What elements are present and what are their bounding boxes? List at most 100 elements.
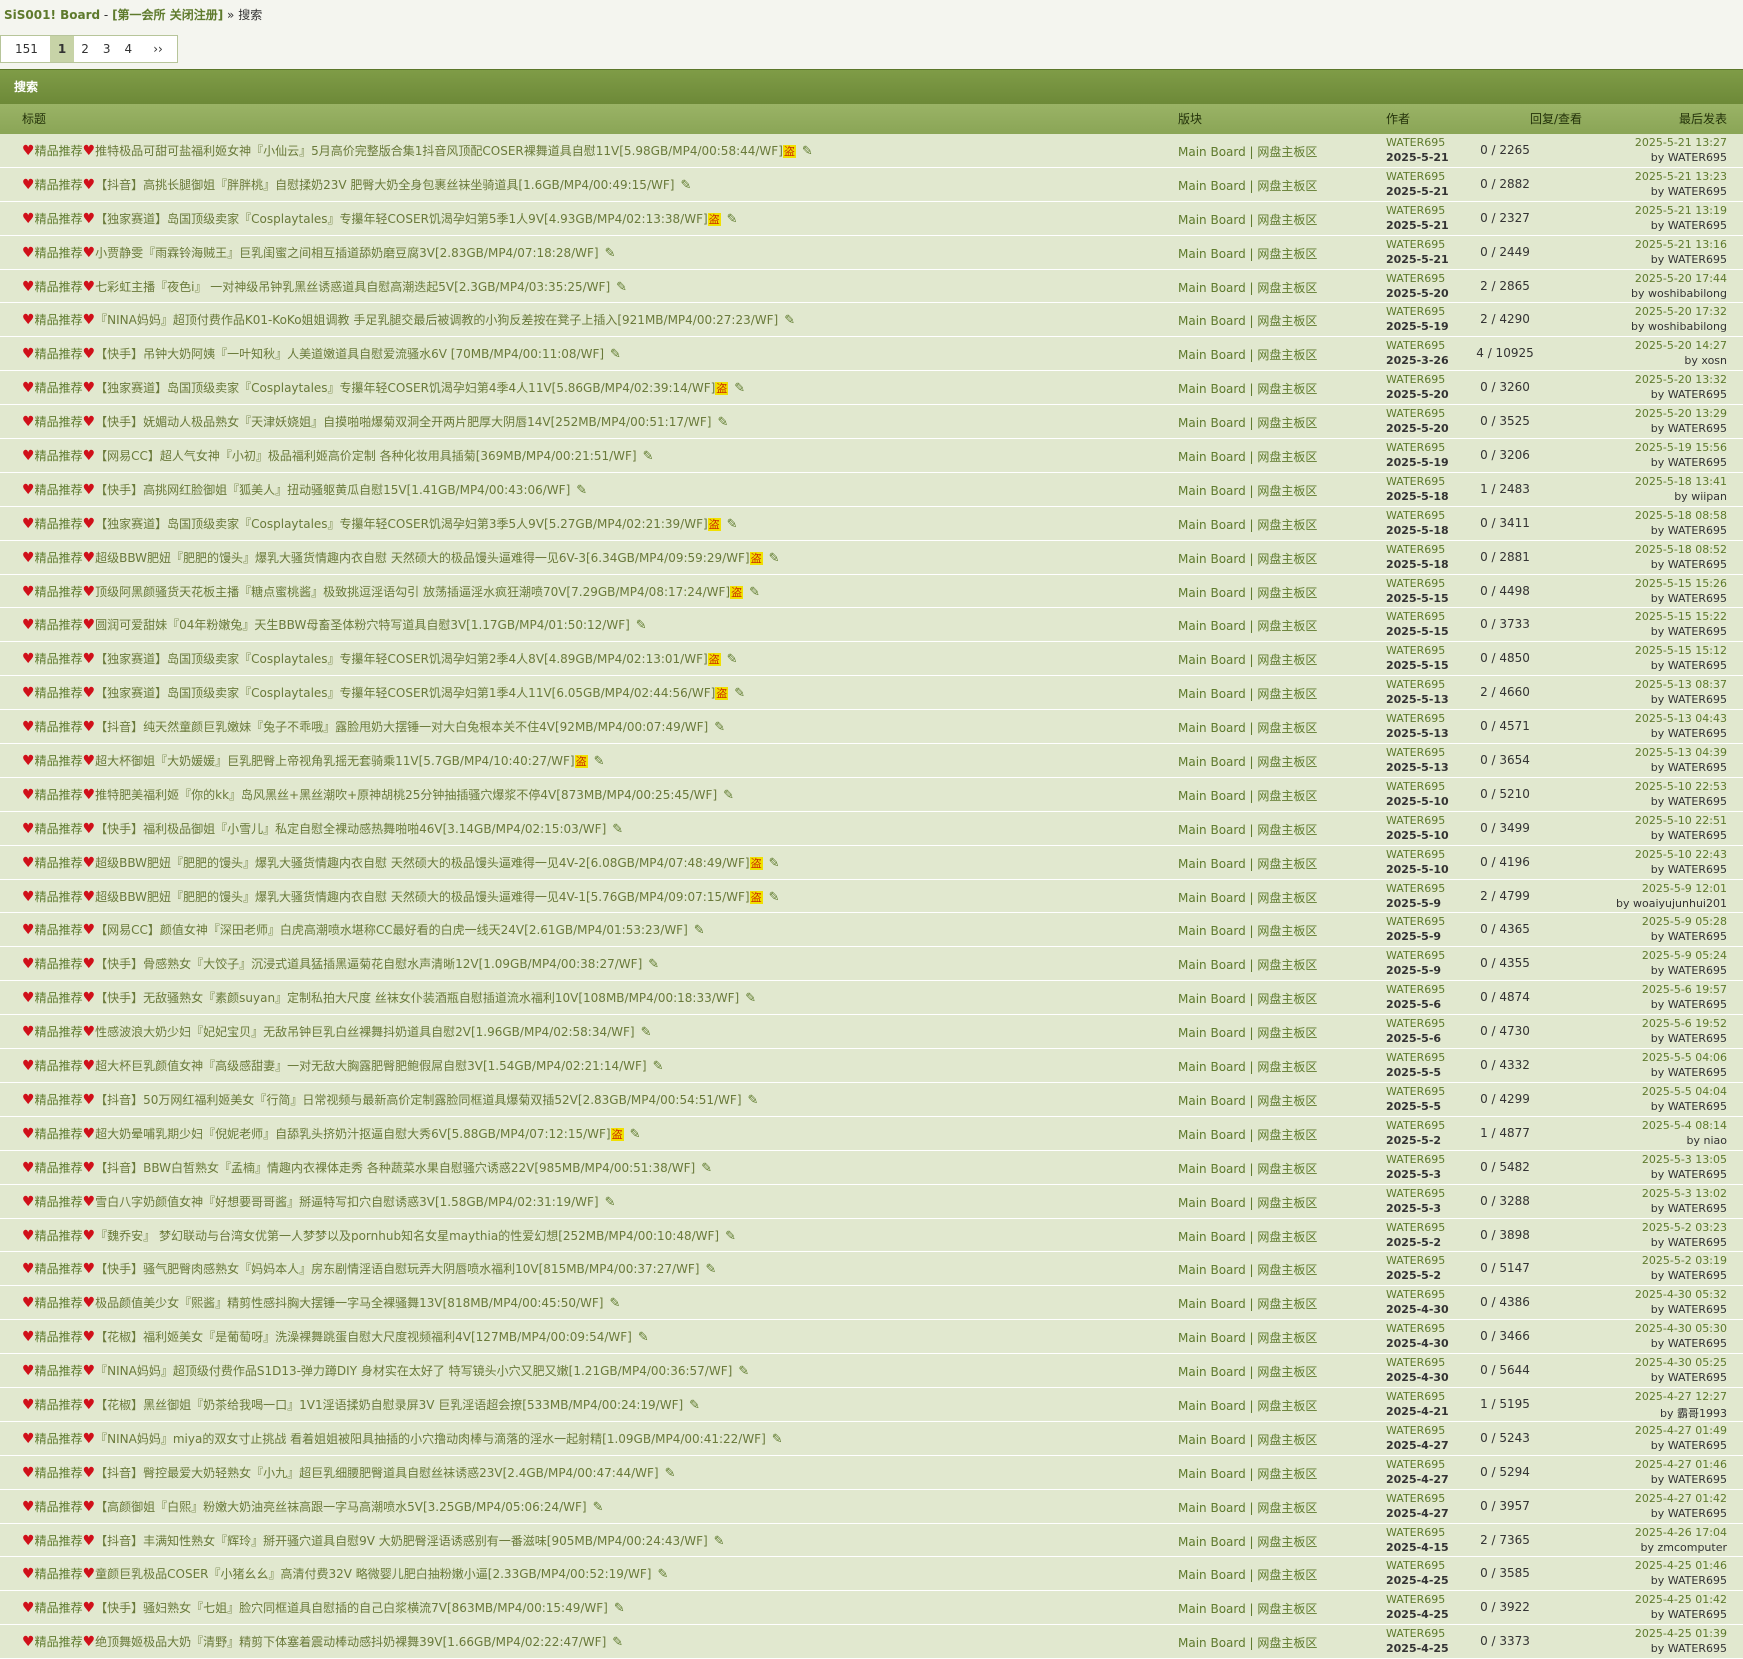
last-post-time[interactable]: 2025-5-13 04:43 xyxy=(1635,712,1727,725)
thread-title-link[interactable]: 【独家赛道】岛国顶级卖家『Cosplaytales』专攥年轻COSER饥渴孕妇第… xyxy=(95,212,708,226)
last-post-author[interactable]: by woshibabilong xyxy=(1631,320,1727,333)
last-post-author[interactable]: by WATER695 xyxy=(1651,592,1727,605)
thread-title-link[interactable]: 【抖音】高挑长腿御姐『胖胖桃』自慰揉奶23V 肥臀大奶全身包裹丝袜坐骑道具[1.… xyxy=(95,178,674,192)
thread-title-link[interactable]: 【高颜御姐『白熙』粉嫩大奶油亮丝袜高跟一字马高潮喷水5V[3.25GB/MP4/… xyxy=(95,1500,586,1514)
last-post-author[interactable]: by WATER695 xyxy=(1651,1371,1727,1384)
thread-title-link[interactable]: 【抖音】丰满知性熟女『辉玲』掰开骚穴道具自慰9V 大奶肥臀淫语诱惑别有一番滋味[… xyxy=(95,1534,708,1548)
last-post-author[interactable]: by WATER695 xyxy=(1651,998,1727,1011)
forum-link[interactable]: Main Board | 网盘主板区 xyxy=(1178,753,1317,770)
last-post-time[interactable]: 2025-5-4 08:14 xyxy=(1642,1119,1727,1132)
last-post-time[interactable]: 2025-5-2 03:23 xyxy=(1642,1221,1727,1234)
forum-link[interactable]: Main Board | 网盘主板区 xyxy=(1178,448,1317,465)
last-post-author[interactable]: by WATER695 xyxy=(1651,1032,1727,1045)
forum-link[interactable]: Main Board | 网盘主板区 xyxy=(1178,1465,1317,1482)
forum-link[interactable]: Main Board | 网盘主板区 xyxy=(1178,346,1317,363)
last-post-author[interactable]: by WATER695 xyxy=(1651,964,1727,977)
last-post-time[interactable]: 2025-4-27 01:42 xyxy=(1635,1492,1727,1505)
last-post-time[interactable]: 2025-5-9 05:28 xyxy=(1642,915,1727,928)
last-post-author[interactable]: by WATER695 xyxy=(1651,1303,1727,1316)
last-post-author[interactable]: by WATER695 xyxy=(1651,524,1727,537)
last-post-time[interactable]: 2025-5-13 08:37 xyxy=(1635,678,1727,691)
last-post-author[interactable]: by WATER695 xyxy=(1651,659,1727,672)
last-post-author[interactable]: by WATER695 xyxy=(1651,456,1727,469)
last-post-author[interactable]: by WATER695 xyxy=(1651,863,1727,876)
forum-link[interactable]: Main Board | 网盘主板区 xyxy=(1178,143,1317,160)
forum-link[interactable]: Main Board | 网盘主板区 xyxy=(1178,990,1317,1007)
last-post-time[interactable]: 2025-5-2 03:19 xyxy=(1642,1254,1727,1267)
thread-title-link[interactable]: 【快手】骨感熟女『大饺子』沉浸式道具猛插黑逼菊花自慰水声清晰12V[1.09GB… xyxy=(95,957,642,971)
forum-link[interactable]: Main Board | 网盘主板区 xyxy=(1178,1160,1317,1177)
thread-title-link[interactable]: 【快手】吊钟大奶阿姨『一叶知秋』人美道嫩道具自慰爱流骚水6V [70MB/MP4… xyxy=(95,347,604,361)
thread-title-link[interactable]: 【快手】高挑网红脸御姐『狐美人』扭动骚躯黄瓜自慰15V[1.41GB/MP4/0… xyxy=(95,483,570,497)
last-post-author[interactable]: by WATER695 xyxy=(1651,422,1727,435)
last-post-time[interactable]: 2025-5-18 08:58 xyxy=(1635,509,1727,522)
last-post-time[interactable]: 2025-5-20 17:44 xyxy=(1635,272,1727,285)
last-post-author[interactable]: by WATER695 xyxy=(1651,388,1727,401)
forum-link[interactable]: Main Board | 网盘主板区 xyxy=(1178,177,1317,194)
forum-link[interactable]: Main Board | 网盘主板区 xyxy=(1178,1329,1317,1346)
last-post-author[interactable]: by WATER695 xyxy=(1651,693,1727,706)
forum-link[interactable]: Main Board | 网盘主板区 xyxy=(1178,1533,1317,1550)
last-post-time[interactable]: 2025-5-15 15:22 xyxy=(1635,610,1727,623)
forum-link[interactable]: Main Board | 网盘主板区 xyxy=(1178,1092,1317,1109)
forum-link[interactable]: Main Board | 网盘主板区 xyxy=(1178,1431,1317,1448)
last-post-time[interactable]: 2025-5-21 13:27 xyxy=(1635,136,1727,149)
breadcrumb-forum-link[interactable]: [第一会所 关闭注册] xyxy=(112,8,223,22)
forum-link[interactable]: Main Board | 网盘主板区 xyxy=(1178,1126,1317,1143)
last-post-author[interactable]: by WATER695 xyxy=(1651,930,1727,943)
thread-title-link[interactable]: 极品颜值美少女『熙酱』精剪性感抖胸大摆锤一字马全裸骚舞13V[818MB/MP4… xyxy=(95,1296,603,1310)
last-post-author[interactable]: by WATER695 xyxy=(1651,1507,1727,1520)
forum-link[interactable]: Main Board | 网盘主板区 xyxy=(1178,821,1317,838)
last-post-author[interactable]: by WATER695 xyxy=(1651,1337,1727,1350)
last-post-time[interactable]: 2025-5-20 13:29 xyxy=(1635,407,1727,420)
thread-title-link[interactable]: 【快手】妩媚动人极品熟女『天津妖娆姐』自摸啪啪爆菊双洞全开两片肥厚大阴唇14V[… xyxy=(95,415,711,429)
last-post-author[interactable]: by WATER695 xyxy=(1651,1574,1727,1587)
forum-link[interactable]: Main Board | 网盘主板区 xyxy=(1178,787,1317,804)
thread-title-link[interactable]: 【抖音】BBW白皙熟女『孟楠』情趣内衣裸体走秀 各种蔬菜水果自慰骚穴诱惑22V[… xyxy=(95,1161,695,1175)
pagination-page-link[interactable]: 3 xyxy=(96,36,118,62)
forum-link[interactable]: Main Board | 网盘主板区 xyxy=(1178,312,1317,329)
last-post-author[interactable]: by WATER695 xyxy=(1651,1473,1727,1486)
last-post-time[interactable]: 2025-5-21 13:23 xyxy=(1635,170,1727,183)
last-post-time[interactable]: 2025-4-25 01:42 xyxy=(1635,1593,1727,1606)
last-post-time[interactable]: 2025-4-27 01:49 xyxy=(1635,1424,1727,1437)
thread-title-link[interactable]: 【抖音】臀控最爱大奶轻熟女『小九』超巨乳细腰肥臀道具自慰丝袜诱惑23V[2.4G… xyxy=(95,1466,658,1480)
last-post-time[interactable]: 2025-5-18 13:41 xyxy=(1635,475,1727,488)
last-post-author[interactable]: by WATER695 xyxy=(1651,1202,1727,1215)
last-post-author[interactable]: by WATER695 xyxy=(1651,829,1727,842)
last-post-author[interactable]: by WATER695 xyxy=(1651,1168,1727,1181)
thread-title-link[interactable]: 【网易CC】超人气女神『小初』极品福利姬高价定制 各种化妆用具插菊[369MB/… xyxy=(95,449,636,463)
last-post-time[interactable]: 2025-5-15 15:12 xyxy=(1635,644,1727,657)
last-post-author[interactable]: by WATER695 xyxy=(1651,1066,1727,1079)
last-post-time[interactable]: 2025-5-10 22:43 xyxy=(1635,848,1727,861)
last-post-author[interactable]: by WATER695 xyxy=(1651,727,1727,740)
forum-link[interactable]: Main Board | 网盘主板区 xyxy=(1178,414,1317,431)
thread-title-link[interactable]: 小贾静雯『雨霖铃海贼王』巨乳闺蜜之间相互插道舔奶磨豆腐3V[2.83GB/MP4… xyxy=(95,246,598,260)
forum-link[interactable]: Main Board | 网盘主板区 xyxy=(1178,1228,1317,1245)
forum-link[interactable]: Main Board | 网盘主板区 xyxy=(1178,1194,1317,1211)
forum-link[interactable]: Main Board | 网盘主板区 xyxy=(1178,1024,1317,1041)
last-post-time[interactable]: 2025-5-3 13:02 xyxy=(1642,1187,1727,1200)
last-post-time[interactable]: 2025-4-25 01:39 xyxy=(1635,1627,1727,1640)
last-post-time[interactable]: 2025-5-20 17:32 xyxy=(1635,305,1727,318)
forum-link[interactable]: Main Board | 网盘主板区 xyxy=(1178,685,1317,702)
last-post-author[interactable]: by WATER695 xyxy=(1651,1100,1727,1113)
forum-link[interactable]: Main Board | 网盘主板区 xyxy=(1178,482,1317,499)
last-post-time[interactable]: 2025-5-18 08:52 xyxy=(1635,543,1727,556)
last-post-time[interactable]: 2025-5-5 04:06 xyxy=(1642,1051,1727,1064)
last-post-author[interactable]: by woaiyujunhui201 xyxy=(1616,897,1727,910)
thread-title-link[interactable]: 『NINA妈妈』miya的双女寸止挑战 看着姐姐被阳具抽插的小穴撸动肉棒与滴落的… xyxy=(95,1432,766,1446)
thread-title-link[interactable]: 超级BBW肥妞『肥肥的馒头』爆乳大骚货情趣内衣自慰 天然硕大的极品馒头逼难得一见… xyxy=(95,890,749,904)
forum-link[interactable]: Main Board | 网盘主板区 xyxy=(1178,1397,1317,1414)
forum-link[interactable]: Main Board | 网盘主板区 xyxy=(1178,1295,1317,1312)
last-post-time[interactable]: 2025-5-6 19:52 xyxy=(1642,1017,1727,1030)
thread-title-link[interactable]: 七彩虹主播『夜色i』 一对神级吊钟乳黑丝诱惑道具自慰高潮迭起5V[2.3GB/M… xyxy=(95,280,610,294)
forum-link[interactable]: Main Board | 网盘主板区 xyxy=(1178,651,1317,668)
last-post-time[interactable]: 2025-5-20 14:27 xyxy=(1635,339,1727,352)
last-post-time[interactable]: 2025-5-9 12:01 xyxy=(1642,882,1727,895)
forum-link[interactable]: Main Board | 网盘主板区 xyxy=(1178,1499,1317,1516)
forum-link[interactable]: Main Board | 网盘主板区 xyxy=(1178,855,1317,872)
forum-link[interactable]: Main Board | 网盘主板区 xyxy=(1178,1058,1317,1075)
forum-link[interactable]: Main Board | 网盘主板区 xyxy=(1178,889,1317,906)
thread-title-link[interactable]: 『魏乔安』 梦幻联动与台湾女优第一人梦梦以及pornhub知名女星maythia… xyxy=(95,1229,719,1243)
